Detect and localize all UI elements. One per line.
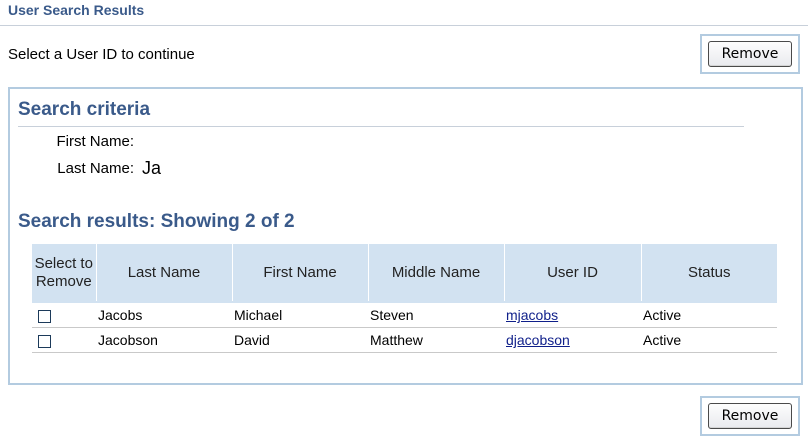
status-cell: Active <box>641 327 777 353</box>
column-header-middle-name[interactable]: Middle Name <box>367 244 504 301</box>
status-cell: Active <box>641 303 777 328</box>
search-criteria-heading: Search criteria <box>18 99 151 120</box>
column-header-status[interactable]: Status <box>640 244 777 301</box>
first-name-cell: David <box>232 327 368 353</box>
column-header-last-name[interactable]: Last Name <box>95 244 232 301</box>
top-remove-button-frame: Remove <box>700 34 800 74</box>
results-header-row: Select to Remove Last Name First Name Mi… <box>32 244 777 301</box>
middle-name-cell: Steven <box>368 303 504 328</box>
middle-name-cell: Matthew <box>368 327 504 353</box>
results-table: Select to Remove Last Name First Name Mi… <box>32 244 777 353</box>
column-header-select: Select to Remove <box>32 244 96 301</box>
first-name-label: First Name: <box>56 133 134 150</box>
last-name-cell: Jacobs <box>96 303 232 328</box>
last-name-cell: Jacobson <box>96 327 232 353</box>
search-panel: Search criteria First Name: Last Name: J… <box>8 87 803 385</box>
search-results-heading: Search results: Showing 2 of 2 <box>18 211 295 232</box>
instructions-text: Select a User ID to continue <box>8 46 195 63</box>
remove-button-bottom[interactable]: Remove <box>708 403 792 429</box>
last-name-value: Ja <box>142 158 162 178</box>
bottom-remove-button-frame: Remove <box>700 396 800 436</box>
column-header-first-name[interactable]: First Name <box>231 244 368 301</box>
remove-button-top[interactable]: Remove <box>708 41 792 67</box>
select-checkbox[interactable] <box>38 334 51 348</box>
column-header-user-id[interactable]: User ID <box>503 244 641 301</box>
page-title: User Search Results <box>8 2 145 18</box>
title-divider <box>0 25 808 26</box>
select-checkbox[interactable] <box>38 309 51 323</box>
table-row: Jacobson David Matthew djacobson Active <box>32 327 777 353</box>
first-name-cell: Michael <box>232 303 368 328</box>
user-id-link[interactable]: mjacobs <box>506 307 558 323</box>
criteria-divider <box>18 126 744 127</box>
last-name-label: Last Name: <box>57 160 134 177</box>
table-row: Jacobs Michael Steven mjacobs Active <box>32 303 777 328</box>
user-id-link[interactable]: djacobson <box>506 332 570 348</box>
